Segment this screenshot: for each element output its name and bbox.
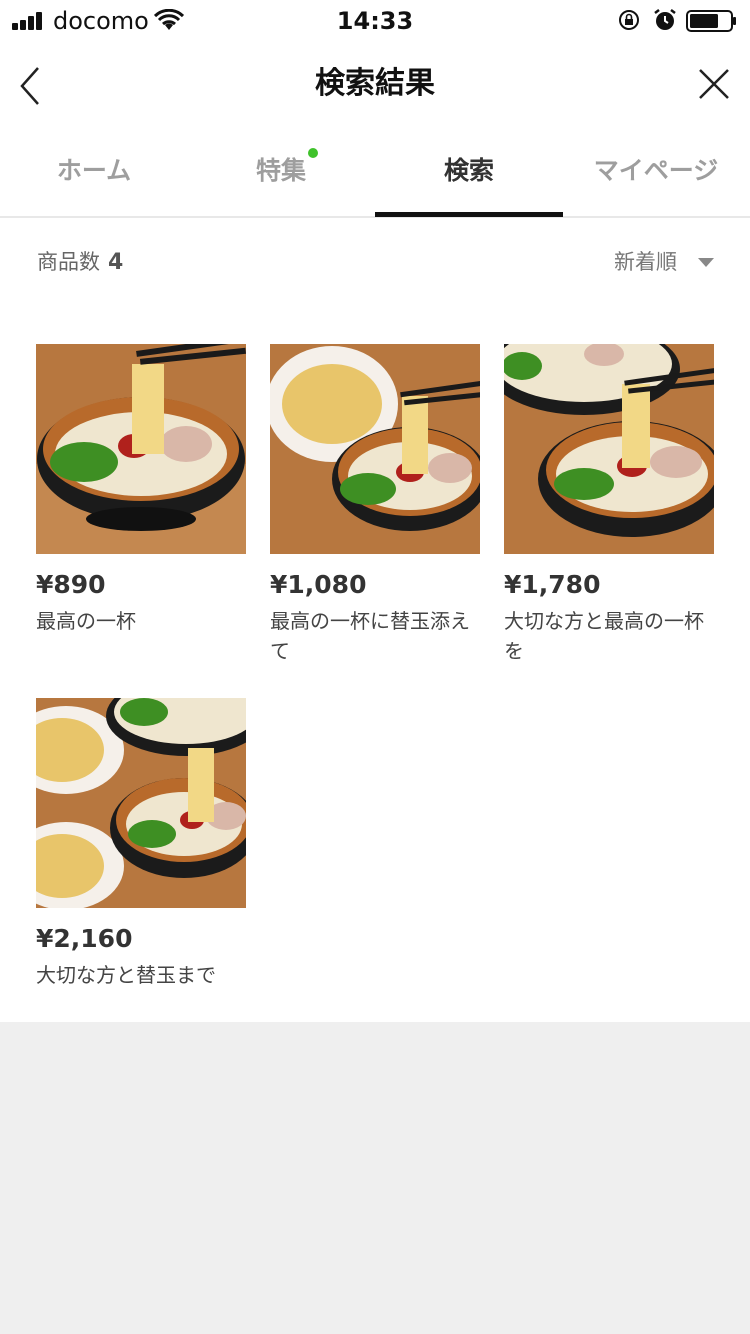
product-price: ¥890: [36, 570, 106, 599]
product-card[interactable]: ¥1,780 大切な方と最高の一杯を: [504, 344, 714, 666]
product-price: ¥1,780: [504, 570, 601, 599]
page: docomo 14:33 検索結果 ホーム 特集 検索 マイページ 商品数 4 …: [0, 0, 750, 1022]
product-image[interactable]: [36, 344, 246, 554]
product-name[interactable]: 大切な方と替玉まで: [36, 960, 246, 990]
tab-feature[interactable]: 特集: [187, 130, 375, 218]
product-image[interactable]: [270, 344, 480, 554]
navigation-bar: 検索結果: [0, 42, 750, 130]
tab-mypage[interactable]: マイページ: [562, 130, 750, 218]
product-name[interactable]: 最高の一杯に替玉添えて: [270, 606, 480, 666]
result-count: 商品数 4: [37, 246, 123, 279]
page-title: 検索結果: [315, 66, 435, 101]
tab-home[interactable]: ホーム: [0, 130, 188, 218]
product-card[interactable]: ¥1,080 最高の一杯に替玉添えて: [270, 344, 480, 666]
sort-dropdown-caret-icon[interactable]: [698, 258, 714, 267]
sort-dropdown-label[interactable]: 新着順: [614, 246, 677, 278]
tab-bar: ホーム 特集 検索 マイページ: [0, 130, 750, 218]
battery-icon: [686, 10, 736, 32]
alarm-icon: [654, 9, 676, 30]
result-count-label: 商品数: [37, 250, 100, 274]
product-price: ¥1,080: [270, 570, 367, 599]
product-card[interactable]: ¥890 最高の一杯: [36, 344, 246, 636]
tab-search[interactable]: 検索: [375, 130, 563, 218]
active-tab-indicator: [375, 212, 563, 217]
product-price: ¥2,160: [36, 924, 133, 953]
close-icon[interactable]: [694, 64, 734, 104]
status-bar: docomo 14:33: [0, 0, 750, 42]
product-name[interactable]: 最高の一杯: [36, 606, 246, 636]
product-image[interactable]: [36, 698, 246, 908]
product-image[interactable]: [504, 344, 714, 554]
product-card[interactable]: ¥2,160 大切な方と替玉まで: [36, 698, 246, 990]
result-count-value: 4: [108, 250, 124, 275]
rotation-lock-icon: [619, 10, 639, 30]
new-badge-dot: [308, 148, 318, 158]
product-name[interactable]: 大切な方と最高の一杯を: [504, 606, 714, 666]
